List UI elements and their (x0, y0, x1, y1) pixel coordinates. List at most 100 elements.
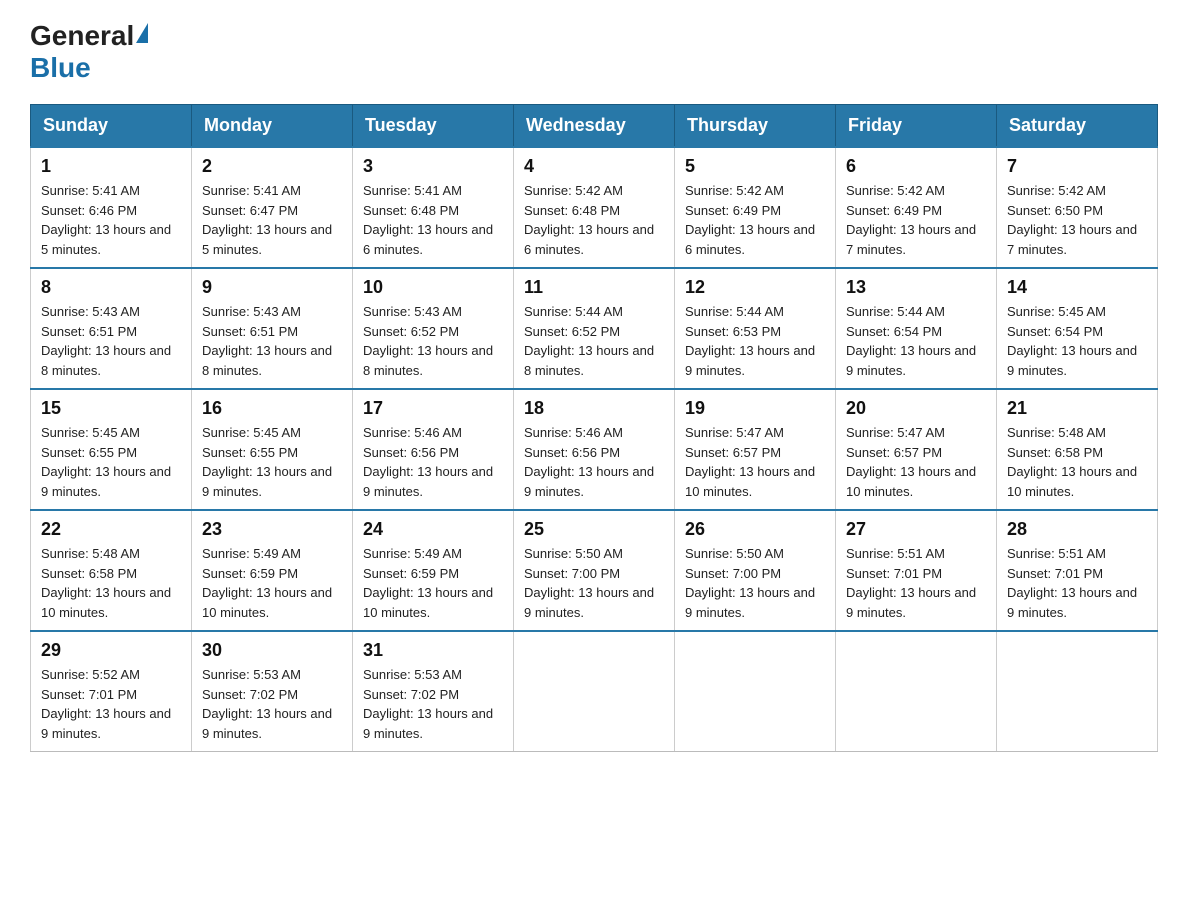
calendar-cell: 8 Sunrise: 5:43 AMSunset: 6:51 PMDayligh… (31, 268, 192, 389)
page-header: General Blue (30, 20, 1158, 84)
calendar-cell: 5 Sunrise: 5:42 AMSunset: 6:49 PMDayligh… (675, 147, 836, 268)
calendar-cell (675, 631, 836, 752)
weekday-header-friday: Friday (836, 105, 997, 148)
calendar-cell: 17 Sunrise: 5:46 AMSunset: 6:56 PMDaylig… (353, 389, 514, 510)
day-number: 24 (363, 519, 503, 540)
logo-blue-text: Blue (30, 52, 91, 83)
day-info: Sunrise: 5:43 AMSunset: 6:52 PMDaylight:… (363, 304, 493, 378)
calendar-cell: 25 Sunrise: 5:50 AMSunset: 7:00 PMDaylig… (514, 510, 675, 631)
calendar-cell: 11 Sunrise: 5:44 AMSunset: 6:52 PMDaylig… (514, 268, 675, 389)
day-info: Sunrise: 5:43 AMSunset: 6:51 PMDaylight:… (202, 304, 332, 378)
day-number: 28 (1007, 519, 1147, 540)
calendar-cell: 30 Sunrise: 5:53 AMSunset: 7:02 PMDaylig… (192, 631, 353, 752)
week-row-1: 1 Sunrise: 5:41 AMSunset: 6:46 PMDayligh… (31, 147, 1158, 268)
day-number: 25 (524, 519, 664, 540)
calendar-table: SundayMondayTuesdayWednesdayThursdayFrid… (30, 104, 1158, 752)
day-info: Sunrise: 5:46 AMSunset: 6:56 PMDaylight:… (524, 425, 654, 499)
calendar-cell: 31 Sunrise: 5:53 AMSunset: 7:02 PMDaylig… (353, 631, 514, 752)
calendar-cell: 10 Sunrise: 5:43 AMSunset: 6:52 PMDaylig… (353, 268, 514, 389)
day-info: Sunrise: 5:44 AMSunset: 6:52 PMDaylight:… (524, 304, 654, 378)
day-number: 9 (202, 277, 342, 298)
day-number: 26 (685, 519, 825, 540)
calendar-cell (514, 631, 675, 752)
day-info: Sunrise: 5:41 AMSunset: 6:48 PMDaylight:… (363, 183, 493, 257)
calendar-cell: 29 Sunrise: 5:52 AMSunset: 7:01 PMDaylig… (31, 631, 192, 752)
day-number: 18 (524, 398, 664, 419)
day-info: Sunrise: 5:46 AMSunset: 6:56 PMDaylight:… (363, 425, 493, 499)
day-info: Sunrise: 5:48 AMSunset: 6:58 PMDaylight:… (1007, 425, 1137, 499)
calendar-cell: 21 Sunrise: 5:48 AMSunset: 6:58 PMDaylig… (997, 389, 1158, 510)
day-info: Sunrise: 5:49 AMSunset: 6:59 PMDaylight:… (363, 546, 493, 620)
calendar-cell: 13 Sunrise: 5:44 AMSunset: 6:54 PMDaylig… (836, 268, 997, 389)
weekday-header-wednesday: Wednesday (514, 105, 675, 148)
calendar-cell: 16 Sunrise: 5:45 AMSunset: 6:55 PMDaylig… (192, 389, 353, 510)
day-info: Sunrise: 5:45 AMSunset: 6:55 PMDaylight:… (202, 425, 332, 499)
calendar-cell: 14 Sunrise: 5:45 AMSunset: 6:54 PMDaylig… (997, 268, 1158, 389)
day-info: Sunrise: 5:48 AMSunset: 6:58 PMDaylight:… (41, 546, 171, 620)
day-info: Sunrise: 5:47 AMSunset: 6:57 PMDaylight:… (846, 425, 976, 499)
calendar-cell: 3 Sunrise: 5:41 AMSunset: 6:48 PMDayligh… (353, 147, 514, 268)
day-info: Sunrise: 5:47 AMSunset: 6:57 PMDaylight:… (685, 425, 815, 499)
day-number: 23 (202, 519, 342, 540)
weekday-header-thursday: Thursday (675, 105, 836, 148)
calendar-cell: 1 Sunrise: 5:41 AMSunset: 6:46 PMDayligh… (31, 147, 192, 268)
day-number: 17 (363, 398, 503, 419)
weekday-header-tuesday: Tuesday (353, 105, 514, 148)
calendar-cell: 12 Sunrise: 5:44 AMSunset: 6:53 PMDaylig… (675, 268, 836, 389)
week-row-4: 22 Sunrise: 5:48 AMSunset: 6:58 PMDaylig… (31, 510, 1158, 631)
weekday-header-row: SundayMondayTuesdayWednesdayThursdayFrid… (31, 105, 1158, 148)
day-number: 29 (41, 640, 181, 661)
day-info: Sunrise: 5:49 AMSunset: 6:59 PMDaylight:… (202, 546, 332, 620)
week-row-5: 29 Sunrise: 5:52 AMSunset: 7:01 PMDaylig… (31, 631, 1158, 752)
day-info: Sunrise: 5:50 AMSunset: 7:00 PMDaylight:… (685, 546, 815, 620)
day-number: 16 (202, 398, 342, 419)
day-number: 10 (363, 277, 503, 298)
day-number: 2 (202, 156, 342, 177)
day-number: 14 (1007, 277, 1147, 298)
calendar-cell: 20 Sunrise: 5:47 AMSunset: 6:57 PMDaylig… (836, 389, 997, 510)
day-info: Sunrise: 5:51 AMSunset: 7:01 PMDaylight:… (1007, 546, 1137, 620)
day-info: Sunrise: 5:44 AMSunset: 6:53 PMDaylight:… (685, 304, 815, 378)
day-info: Sunrise: 5:44 AMSunset: 6:54 PMDaylight:… (846, 304, 976, 378)
calendar-cell: 24 Sunrise: 5:49 AMSunset: 6:59 PMDaylig… (353, 510, 514, 631)
day-number: 13 (846, 277, 986, 298)
day-number: 12 (685, 277, 825, 298)
day-info: Sunrise: 5:53 AMSunset: 7:02 PMDaylight:… (202, 667, 332, 741)
weekday-header-saturday: Saturday (997, 105, 1158, 148)
calendar-cell: 26 Sunrise: 5:50 AMSunset: 7:00 PMDaylig… (675, 510, 836, 631)
calendar-cell: 27 Sunrise: 5:51 AMSunset: 7:01 PMDaylig… (836, 510, 997, 631)
day-number: 15 (41, 398, 181, 419)
logo-triangle-icon (136, 23, 148, 43)
day-number: 4 (524, 156, 664, 177)
week-row-2: 8 Sunrise: 5:43 AMSunset: 6:51 PMDayligh… (31, 268, 1158, 389)
day-number: 27 (846, 519, 986, 540)
day-number: 31 (363, 640, 503, 661)
calendar-cell: 9 Sunrise: 5:43 AMSunset: 6:51 PMDayligh… (192, 268, 353, 389)
calendar-cell: 23 Sunrise: 5:49 AMSunset: 6:59 PMDaylig… (192, 510, 353, 631)
calendar-cell: 19 Sunrise: 5:47 AMSunset: 6:57 PMDaylig… (675, 389, 836, 510)
calendar-cell: 4 Sunrise: 5:42 AMSunset: 6:48 PMDayligh… (514, 147, 675, 268)
day-info: Sunrise: 5:42 AMSunset: 6:49 PMDaylight:… (846, 183, 976, 257)
day-number: 3 (363, 156, 503, 177)
day-info: Sunrise: 5:45 AMSunset: 6:55 PMDaylight:… (41, 425, 171, 499)
day-number: 22 (41, 519, 181, 540)
calendar-cell: 7 Sunrise: 5:42 AMSunset: 6:50 PMDayligh… (997, 147, 1158, 268)
calendar-cell (836, 631, 997, 752)
day-info: Sunrise: 5:41 AMSunset: 6:46 PMDaylight:… (41, 183, 171, 257)
logo: General Blue (30, 20, 150, 84)
weekday-header-sunday: Sunday (31, 105, 192, 148)
calendar-cell: 2 Sunrise: 5:41 AMSunset: 6:47 PMDayligh… (192, 147, 353, 268)
day-info: Sunrise: 5:52 AMSunset: 7:01 PMDaylight:… (41, 667, 171, 741)
day-info: Sunrise: 5:43 AMSunset: 6:51 PMDaylight:… (41, 304, 171, 378)
day-number: 7 (1007, 156, 1147, 177)
day-number: 8 (41, 277, 181, 298)
day-number: 19 (685, 398, 825, 419)
day-info: Sunrise: 5:41 AMSunset: 6:47 PMDaylight:… (202, 183, 332, 257)
calendar-cell: 22 Sunrise: 5:48 AMSunset: 6:58 PMDaylig… (31, 510, 192, 631)
day-number: 6 (846, 156, 986, 177)
calendar-cell: 6 Sunrise: 5:42 AMSunset: 6:49 PMDayligh… (836, 147, 997, 268)
day-info: Sunrise: 5:51 AMSunset: 7:01 PMDaylight:… (846, 546, 976, 620)
day-info: Sunrise: 5:42 AMSunset: 6:48 PMDaylight:… (524, 183, 654, 257)
day-number: 20 (846, 398, 986, 419)
week-row-3: 15 Sunrise: 5:45 AMSunset: 6:55 PMDaylig… (31, 389, 1158, 510)
